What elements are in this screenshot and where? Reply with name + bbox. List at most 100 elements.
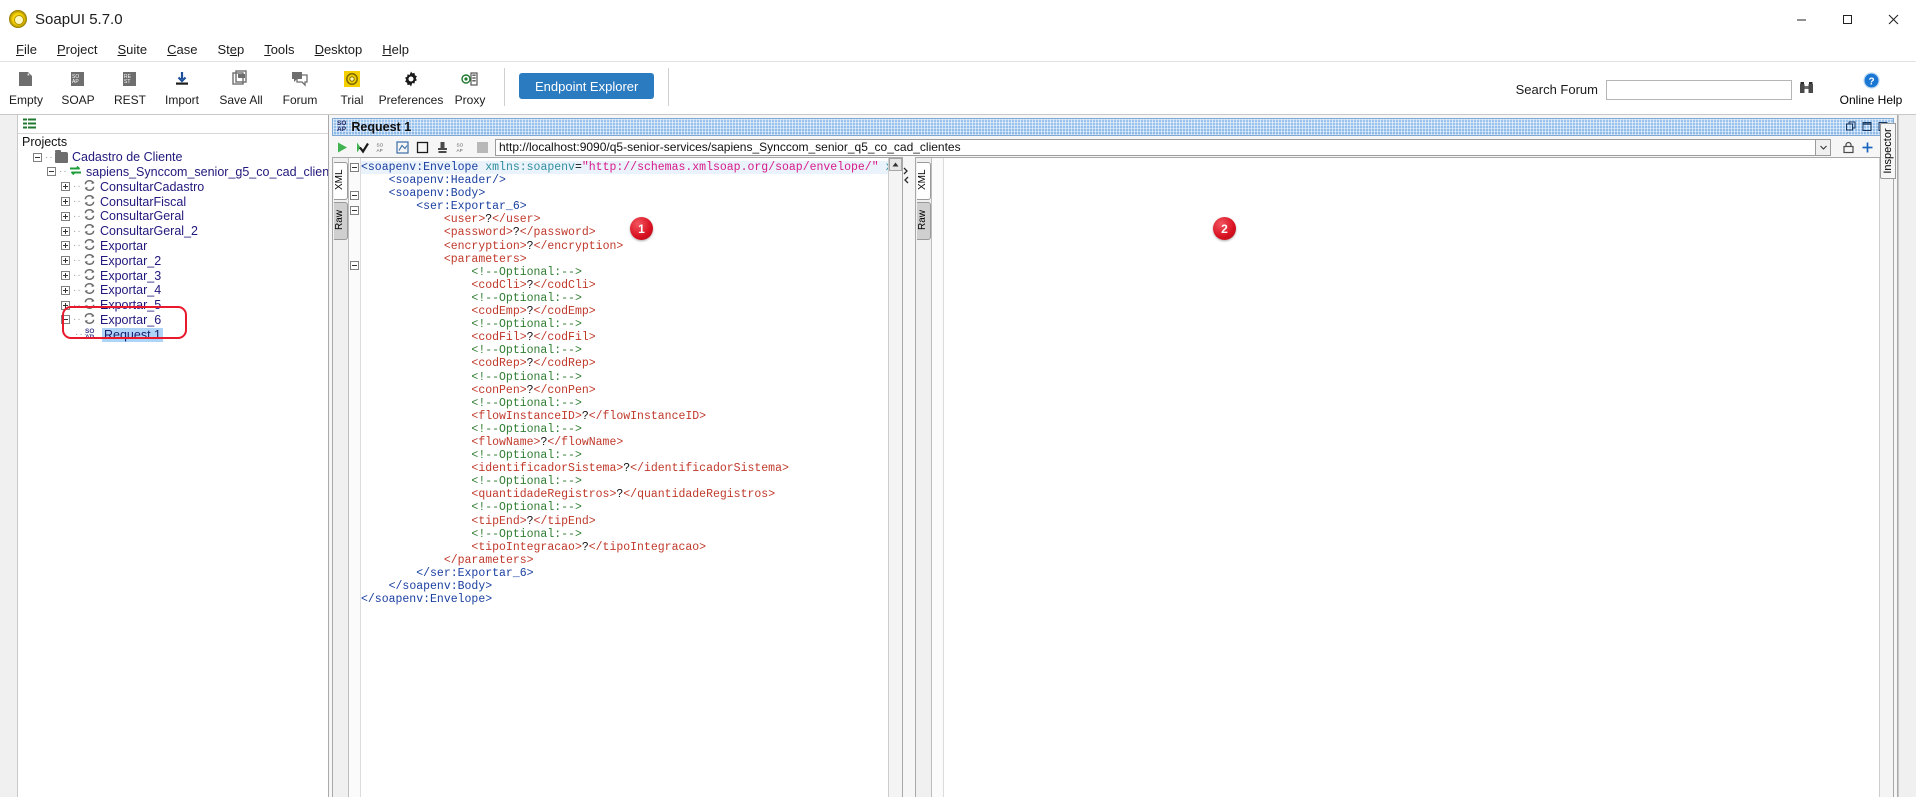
expand-toggle-icon[interactable] bbox=[61, 211, 70, 221]
toolbar-button-forum[interactable]: Forum bbox=[274, 64, 326, 107]
collapse-toggle-icon[interactable] bbox=[33, 152, 42, 162]
fold-toggle-icon[interactable] bbox=[349, 163, 360, 176]
run-and-validate-icon[interactable] bbox=[355, 140, 370, 155]
tab-request-xml[interactable]: XML bbox=[333, 162, 348, 200]
tree-item-exportar-4[interactable]: ·· Exportar_4 bbox=[19, 283, 328, 298]
tab-response-xml[interactable]: XML bbox=[916, 162, 931, 200]
endpoint-url-input[interactable] bbox=[495, 138, 1816, 156]
tree-item-exportar-6[interactable]: ·· Exportar_6 bbox=[19, 313, 328, 328]
operation-icon bbox=[83, 179, 96, 194]
toolbar-button-proxy[interactable]: Proxy bbox=[444, 64, 496, 107]
menu-desktop[interactable]: Desktop bbox=[305, 39, 373, 60]
tree-item-label: Exportar_5 bbox=[100, 298, 162, 313]
tab-response-raw[interactable]: Raw bbox=[916, 202, 931, 240]
menu-tools[interactable]: Tools bbox=[254, 39, 304, 60]
toolbar-button-preferences[interactable]: Preferences bbox=[378, 64, 444, 107]
soap-format-icon[interactable]: SO AP bbox=[375, 140, 390, 155]
tree-item-exportar-3[interactable]: ·· Exportar_3 bbox=[19, 268, 328, 283]
forum-icon bbox=[291, 67, 309, 91]
chevron-down-icon[interactable] bbox=[1816, 138, 1831, 156]
tree-item-consultarcadastro[interactable]: ·· ConsultarCadastro bbox=[19, 179, 328, 194]
fold-toggle-icon[interactable] bbox=[349, 260, 360, 274]
scroll-track[interactable] bbox=[1880, 171, 1893, 797]
expand-toggle-icon[interactable] bbox=[61, 226, 70, 236]
fold-toggle-box[interactable] bbox=[350, 191, 359, 201]
expand-toggle-icon[interactable] bbox=[61, 285, 70, 295]
window-title-bar: SoapUI 5.7.0 bbox=[0, 0, 1916, 38]
toolbar-button-save-all[interactable]: Save All bbox=[208, 64, 274, 107]
wsa-soap-icon[interactable]: SO AP bbox=[455, 140, 470, 155]
menu-case[interactable]: Case bbox=[157, 39, 207, 60]
tree-item-consultarfiscal[interactable]: ·· ConsultarFiscal bbox=[19, 194, 328, 209]
add-attachment-icon[interactable] bbox=[435, 140, 450, 155]
expand-toggle-icon[interactable] bbox=[61, 182, 70, 192]
online-help-button[interactable]: ? Online Help bbox=[1836, 72, 1906, 107]
tab-request-raw[interactable]: Raw bbox=[333, 202, 348, 240]
toolbar-button-import[interactable]: Import bbox=[156, 64, 208, 107]
maximize-icon[interactable] bbox=[1824, 0, 1870, 38]
online-help-label: Online Help bbox=[1839, 93, 1903, 107]
add-icon[interactable] bbox=[1860, 140, 1875, 155]
toolbar-button-rest[interactable]: RE ST REST bbox=[104, 64, 156, 107]
expand-toggle-icon[interactable] bbox=[61, 241, 70, 251]
svg-text:SO: SO bbox=[377, 142, 384, 147]
stop-icon[interactable] bbox=[475, 140, 490, 155]
request-vertical-scrollbar[interactable] bbox=[888, 158, 902, 797]
toolbar-label: Trial bbox=[340, 93, 364, 107]
response-vertical-scrollbar[interactable] bbox=[1879, 158, 1893, 797]
menu-file[interactable]: File bbox=[6, 39, 47, 60]
toolbar-button-trial[interactable]: Trial bbox=[326, 64, 378, 107]
xml-line: <ser:Exportar_6> bbox=[416, 200, 527, 214]
tree-item-exportar-5[interactable]: ·· Exportar_5 bbox=[19, 298, 328, 313]
tree-item-port-binding[interactable]: ·· sapiens_Synccom_senior_g5_co_cad_clie… bbox=[19, 165, 328, 180]
fold-toggle-icon[interactable] bbox=[349, 206, 360, 219]
tree-item-label: Exportar_6 bbox=[100, 312, 162, 327]
fold-gutter-spacer bbox=[349, 483, 360, 496]
tree-item-request-1[interactable]: ···· SO AP Request 1 bbox=[19, 327, 328, 342]
xml-line: </parameters> bbox=[443, 553, 534, 567]
menu-help[interactable]: Help bbox=[372, 39, 419, 60]
response-xml-viewer[interactable] bbox=[944, 158, 1879, 797]
expand-toggle-icon[interactable] bbox=[61, 300, 70, 310]
tree-connector: ·· bbox=[73, 240, 82, 252]
menu-project[interactable]: Project bbox=[47, 39, 107, 60]
menu-suite[interactable]: Suite bbox=[107, 39, 157, 60]
run-request-icon[interactable] bbox=[335, 140, 350, 155]
fold-toggle-icon[interactable] bbox=[349, 191, 360, 204]
form-editor-icon[interactable] bbox=[415, 140, 430, 155]
tree-item-consultargeral[interactable]: ·· ConsultarGeral bbox=[19, 209, 328, 224]
search-forum-input[interactable] bbox=[1606, 79, 1792, 100]
fold-toggle-box[interactable] bbox=[350, 163, 359, 172]
expand-toggle-icon[interactable] bbox=[61, 256, 70, 266]
tree-item-cadastro-de-cliente[interactable]: ·· Cadastro de Cliente bbox=[19, 149, 328, 165]
properties-list-icon[interactable] bbox=[23, 117, 37, 132]
toolbar-button-soap[interactable]: SO AP SOAP bbox=[52, 64, 104, 107]
tree-item-consultargeral-2[interactable]: ·· ConsultarGeral_2 bbox=[19, 224, 328, 239]
fold-toggle-box[interactable] bbox=[350, 206, 359, 216]
minimize-icon[interactable] bbox=[1778, 0, 1824, 38]
collapse-toggle-icon[interactable] bbox=[61, 315, 70, 325]
toolbar-label: Proxy bbox=[454, 93, 486, 107]
toolbar-label: Import bbox=[164, 93, 199, 107]
inspector-tab[interactable]: Inspector bbox=[1880, 123, 1896, 179]
close-icon[interactable] bbox=[1870, 0, 1916, 38]
restore-icon[interactable] bbox=[1845, 120, 1858, 133]
binoculars-icon[interactable] bbox=[1799, 81, 1814, 98]
request-xml-editor[interactable]: <soapenv:Envelope xmlns:soapenv="http://… bbox=[361, 158, 888, 797]
toolbar-button-empty[interactable]: * Empty bbox=[0, 64, 52, 107]
outline-editor-icon[interactable] bbox=[395, 140, 410, 155]
collapse-toggle-icon[interactable] bbox=[47, 167, 56, 177]
tree-item-exportar[interactable]: ·· Exportar bbox=[19, 239, 328, 254]
scroll-track[interactable] bbox=[889, 171, 902, 797]
endpoint-explorer-button[interactable]: Endpoint Explorer bbox=[519, 73, 655, 99]
maximize-icon[interactable] bbox=[1861, 120, 1874, 133]
panes-splitter[interactable] bbox=[903, 157, 909, 797]
menu-step[interactable]: Step bbox=[207, 39, 254, 60]
fold-toggle-box[interactable] bbox=[350, 260, 359, 270]
scroll-up-icon[interactable] bbox=[889, 158, 902, 171]
expand-toggle-icon[interactable] bbox=[61, 197, 70, 207]
tree-item-exportar-2[interactable]: ·· Exportar_2 bbox=[19, 253, 328, 268]
expand-toggle-icon[interactable] bbox=[61, 271, 70, 281]
auth-icon[interactable] bbox=[1841, 140, 1856, 155]
navigator-strip: Navigator bbox=[0, 115, 18, 797]
